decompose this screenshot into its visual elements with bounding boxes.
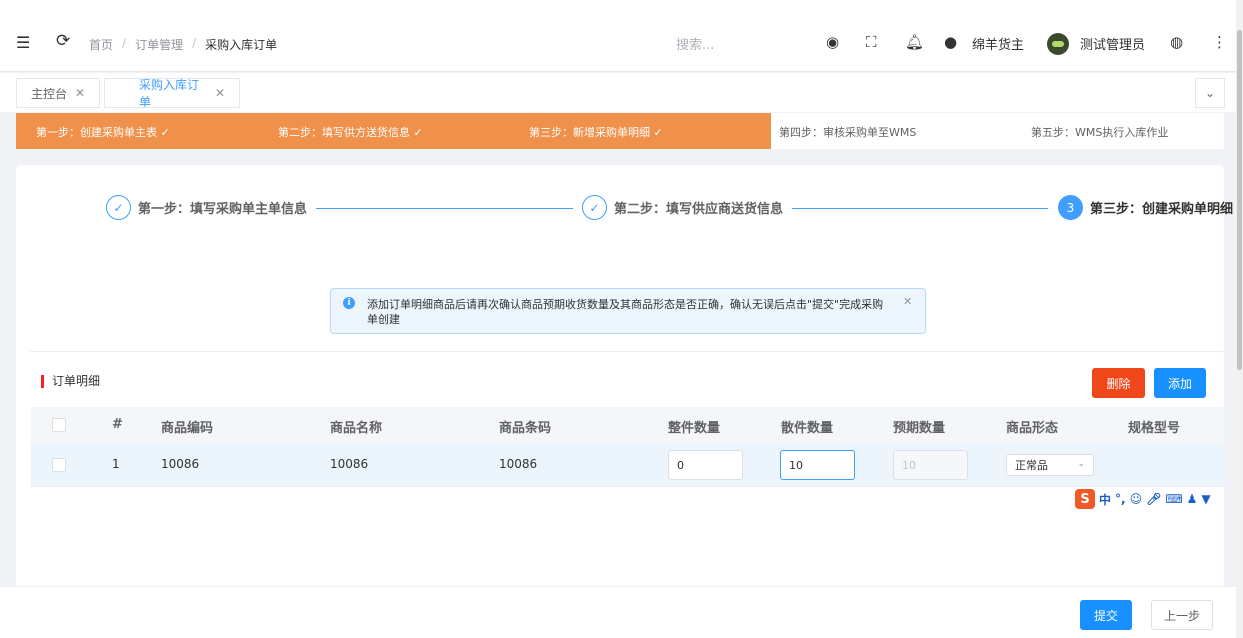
ime-language[interactable]: 中 [1099,491,1111,508]
select-value: 正常品 [1015,459,1048,472]
fullscreen-icon[interactable]: ⛶ [866,33,877,51]
search-input[interactable]: 搜索... [676,34,714,53]
step-3-number: 3 [1058,195,1083,220]
tabs-dropdown-button[interactable]: ⌄ [1195,78,1225,108]
process-step-1: 第一步：创建采购单主表 ✓ [36,126,170,139]
user-name[interactable]: 测试管理员 [1080,34,1145,53]
refresh-icon[interactable]: ⟳ [56,31,70,51]
tab-dashboard[interactable]: 主控台 ✕ [16,78,101,108]
divider [30,351,1224,352]
user-icon: ● [944,33,958,51]
main-card: ✓ 第一步：填写采购单主单信息 ✓ 第二步：填写供应商送货信息 3 第三步：创建… [16,165,1233,595]
column-header: 商品形态 [1006,421,1059,436]
product-barcode: 10086 [499,457,538,471]
add-button[interactable]: 添加 [1154,368,1206,398]
keyboard-icon[interactable]: ⌨ [1165,492,1182,506]
chevron-down-icon: ⌄ [1077,459,1085,469]
close-icon[interactable]: ✕ [215,86,225,100]
step-2-title: 第二步：填写供应商送货信息 [614,202,784,217]
top-header: ☰ ⟳ 首页 / 订单管理 / 采购入库订单 搜索... ◉ ⛶ 🔔︎ ● 绵羊… [0,0,1243,72]
process-step-2: 第二步：填写供方送货信息 ✓ [278,126,423,139]
breadcrumb-current: 采购入库订单 [205,38,278,52]
emoji-icon[interactable]: ☺ [1130,492,1143,506]
step-2-check-icon: ✓ [582,195,607,220]
wizard-steps: ✓ 第一步：填写采购单主单信息 ✓ 第二步：填写供应商送货信息 3 第三步：创建… [16,165,1233,255]
punctuation-icon[interactable]: °, [1115,492,1126,506]
close-icon[interactable]: ✕ [903,295,912,308]
step-connector [792,208,1048,209]
chevron-down-icon: ⌄ [1204,86,1216,100]
product-name: 10086 [330,457,369,471]
scrollbar[interactable] [1236,0,1243,638]
breadcrumb-home[interactable]: 首页 [89,36,113,53]
step-3-title: 第三步：创建采购单明细 [1090,202,1234,217]
info-alert: i 添加订单明细商品后请再次确认商品预期收货数量及其商品形态是否正确，确认无误后… [330,288,926,334]
row-checkbox[interactable] [52,458,66,472]
product-form-select[interactable]: 正常品 ⌄ [1006,454,1094,476]
ime-toolbar[interactable]: S 中 °, ☺ 🎤︎ ⌨ ♟ ▼ [1075,488,1243,510]
info-icon: i [343,297,355,309]
tab-label: 主控台 [31,86,68,101]
process-step-3: 第三步：新增采购单明细 ✓ [529,126,663,139]
loose-qty-input[interactable]: 10 [780,450,855,480]
tabs-bar: 主控台 ✕ 采购入库订单 ✕ ⌄ [0,73,1243,112]
globe-icon[interactable]: ◍ [1170,33,1183,51]
row-index: 1 [112,457,120,471]
step-connector [316,208,573,209]
alert-text: 添加订单明细商品后请再次确认商品预期收货数量及其商品形态是否正确，确认无误后点击… [367,298,884,326]
tab-purchase-order[interactable]: 采购入库订单 ✕ [104,78,240,109]
table-header: # 商品编码 商品名称 商品条码 整件数量 散件数量 预期数量 商品形态 规格型… [31,407,1224,443]
column-header: 商品编码 [161,421,214,436]
bell-icon[interactable]: 🔔︎ [905,33,924,51]
select-all-checkbox[interactable] [52,418,66,432]
section-title: 订单明细 [41,375,100,388]
column-header: 规格型号 [1128,421,1181,436]
column-header: 预期数量 [893,421,946,436]
column-header: 散件数量 [781,421,834,436]
whole-qty-input[interactable]: 0 [668,450,743,480]
skin-icon[interactable]: ▼ [1201,492,1210,506]
avatar[interactable] [1047,33,1069,55]
breadcrumb: 首页 / 订单管理 / 采购入库订单 [89,36,278,53]
expected-qty-input: 10 [893,450,968,480]
process-steps: 第一步：创建采购单主表 ✓ 第二步：填写供方送货信息 ✓ 第三步：新增采购单明细… [16,113,1224,149]
sogou-logo-icon[interactable]: S [1075,489,1095,509]
toolbox-icon[interactable]: ♟ [1187,492,1198,506]
menu-collapse-icon[interactable]: ☰ [16,33,30,52]
tab-label: 采购入库订单 [139,78,200,109]
column-header: 商品名称 [330,421,383,436]
target-icon[interactable]: ◉ [826,33,839,51]
submit-button[interactable]: 提交 [1080,600,1132,630]
footer-bar: 提交 上一步 [0,586,1243,638]
table-row[interactable]: 1 10086 10086 10086 0 10 10 正常品 ⌄ [31,443,1224,487]
more-icon[interactable]: ⋮ [1212,33,1227,51]
column-header: 商品条码 [499,421,552,436]
owner-name[interactable]: 绵羊货主 [972,34,1024,53]
delete-button[interactable]: 删除 [1092,368,1145,398]
step-1-check-icon: ✓ [106,195,131,220]
process-step-5: 第五步：WMS执行入库作业 [1031,126,1169,139]
column-header: 整件数量 [668,421,721,436]
breadcrumb-orders[interactable]: 订单管理 [135,36,183,53]
scrollbar-thumb[interactable] [1237,30,1242,370]
step-1-title: 第一步：填写采购单主单信息 [138,202,308,217]
product-code: 10086 [161,457,200,471]
close-icon[interactable]: ✕ [75,86,85,100]
process-step-4: 第四步：审核采购单至WMS [779,126,917,139]
microphone-icon[interactable]: 🎤︎ [1146,492,1161,506]
previous-step-button[interactable]: 上一步 [1151,600,1213,630]
column-header: # [112,417,123,432]
